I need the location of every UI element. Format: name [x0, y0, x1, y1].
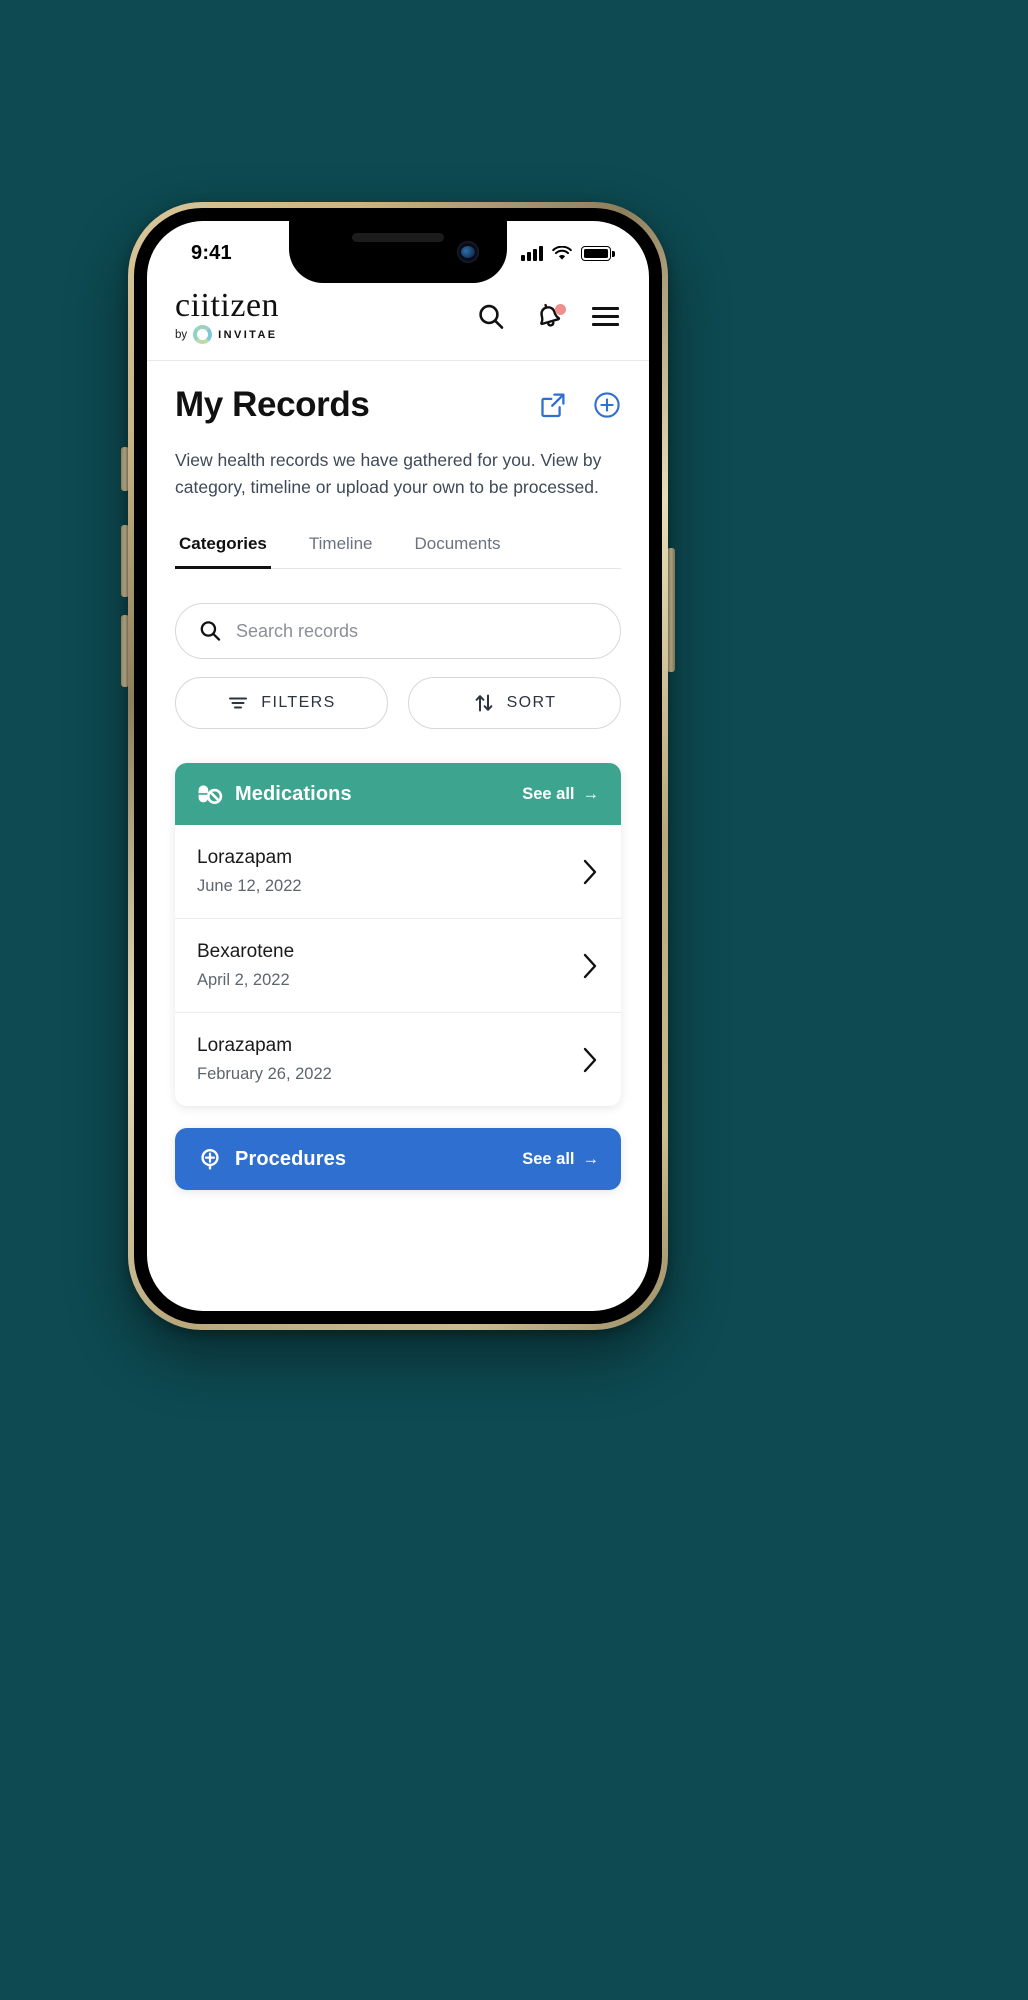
- search-records-box[interactable]: [175, 603, 621, 660]
- app-logo[interactable]: ciitizen by INVITAE: [175, 289, 279, 344]
- chevron-right-icon: [581, 951, 599, 981]
- phone-power-button[interactable]: [667, 548, 675, 672]
- status-time: 9:41: [191, 241, 232, 264]
- header-actions: [476, 302, 619, 332]
- search-input[interactable]: [236, 620, 598, 642]
- wifi-icon: [552, 245, 572, 261]
- record-date: February 26, 2022: [197, 1065, 332, 1084]
- bell-icon[interactable]: [534, 302, 566, 332]
- sort-button[interactable]: SORT: [408, 677, 621, 730]
- filters-button[interactable]: FILTERS: [175, 677, 388, 730]
- arrow-right-icon: →: [582, 784, 600, 803]
- logo-wordmark: ciitizen: [175, 287, 280, 324]
- app-header: ciitizen by INVITAE: [147, 279, 649, 361]
- table-row[interactable]: Bexarotene April 2, 2022: [175, 918, 621, 1012]
- chevron-right-icon: [581, 1045, 599, 1075]
- phone-device: 9:41 ciitizen by INVITAE My Records View…: [128, 202, 668, 1330]
- tab-timeline[interactable]: Timeline: [305, 530, 377, 568]
- record-name: Lorazapam: [197, 1035, 293, 1057]
- records-toolbar: FILTERS SORT: [175, 569, 621, 730]
- plus-circle-icon[interactable]: [593, 391, 621, 419]
- external-link-icon[interactable]: [539, 391, 567, 419]
- hamburger-menu-icon[interactable]: [592, 307, 619, 326]
- table-row[interactable]: Lorazapam February 26, 2022: [175, 1012, 621, 1106]
- filters-button-label: FILTERS: [261, 694, 336, 712]
- medications-card-title: Medications: [235, 782, 352, 805]
- medications-see-all-label: See all: [522, 784, 575, 803]
- logo-by-label: by: [175, 328, 188, 341]
- procedure-plus-icon: [197, 1147, 223, 1171]
- logo-subline: by INVITAE: [175, 325, 279, 344]
- medications-see-all-link[interactable]: See all →: [522, 785, 599, 804]
- page-content: My Records View health records we have g…: [147, 361, 649, 730]
- record-text: Lorazapam June 12, 2022: [197, 847, 302, 896]
- record-text: Lorazapam February 26, 2022: [197, 1035, 332, 1084]
- record-name: Lorazapam: [197, 847, 293, 869]
- search-icon[interactable]: [476, 302, 506, 332]
- record-text: Bexarotene April 2, 2022: [197, 941, 294, 990]
- record-view-tabs: Categories Timeline Documents: [175, 530, 621, 570]
- medications-card: Medications See all → Lorazapam June 12,…: [175, 763, 621, 1107]
- procedures-see-all-label: See all: [522, 1149, 575, 1168]
- procedures-card: Procedures See all →: [175, 1128, 621, 1191]
- chevron-right-icon: [581, 857, 599, 887]
- sort-arrows-icon: [473, 692, 495, 714]
- page-description: View health records we have gathered for…: [175, 450, 602, 497]
- record-date: April 2, 2022: [197, 971, 290, 990]
- search-icon: [198, 619, 222, 643]
- arrow-right-icon: →: [582, 1149, 600, 1168]
- scene: 9:41 ciitizen by INVITAE My Records View…: [0, 0, 1028, 2000]
- phone-screen: 9:41 ciitizen by INVITAE My Records View…: [147, 221, 649, 1311]
- notification-badge-dot: [555, 303, 566, 315]
- procedures-card-header-left: Procedures: [197, 1147, 346, 1171]
- record-name: Bexarotene: [197, 941, 295, 963]
- medications-card-header[interactable]: Medications See all →: [175, 763, 621, 826]
- page-title-row: My Records: [175, 385, 621, 425]
- procedures-card-title: Procedures: [235, 1147, 347, 1170]
- procedures-see-all-link[interactable]: See all →: [522, 1150, 599, 1169]
- invitae-ring-icon: [193, 325, 213, 344]
- phone-bezel: 9:41 ciitizen by INVITAE My Records View…: [134, 208, 662, 1324]
- table-row[interactable]: Lorazapam June 12, 2022: [175, 825, 621, 918]
- logo-brand-label: INVITAE: [218, 328, 278, 341]
- status-indicators: [521, 245, 615, 261]
- procedures-card-header[interactable]: Procedures See all →: [175, 1128, 621, 1191]
- pill-no-entry-icon: [197, 783, 223, 805]
- medications-card-header-left: Medications: [197, 783, 352, 806]
- medications-card-body: Lorazapam June 12, 2022 Bexarotene April…: [175, 825, 621, 1107]
- filter-lines-icon: [227, 692, 249, 714]
- earpiece-speaker-icon: [352, 233, 444, 242]
- category-cards: Medications See all → Lorazapam June 12,…: [147, 729, 649, 1191]
- battery-full-icon: [581, 245, 615, 261]
- page-title: My Records: [175, 385, 370, 424]
- record-date: June 12, 2022: [197, 877, 302, 896]
- tab-documents[interactable]: Documents: [410, 530, 504, 568]
- cellular-signal-icon: [521, 245, 543, 261]
- filter-sort-row: FILTERS SORT: [175, 677, 621, 730]
- tab-categories[interactable]: Categories: [175, 530, 271, 570]
- phone-notch: [289, 221, 507, 283]
- page-title-actions: [539, 391, 621, 419]
- front-camera-icon: [457, 241, 479, 263]
- sort-button-label: SORT: [506, 694, 557, 712]
